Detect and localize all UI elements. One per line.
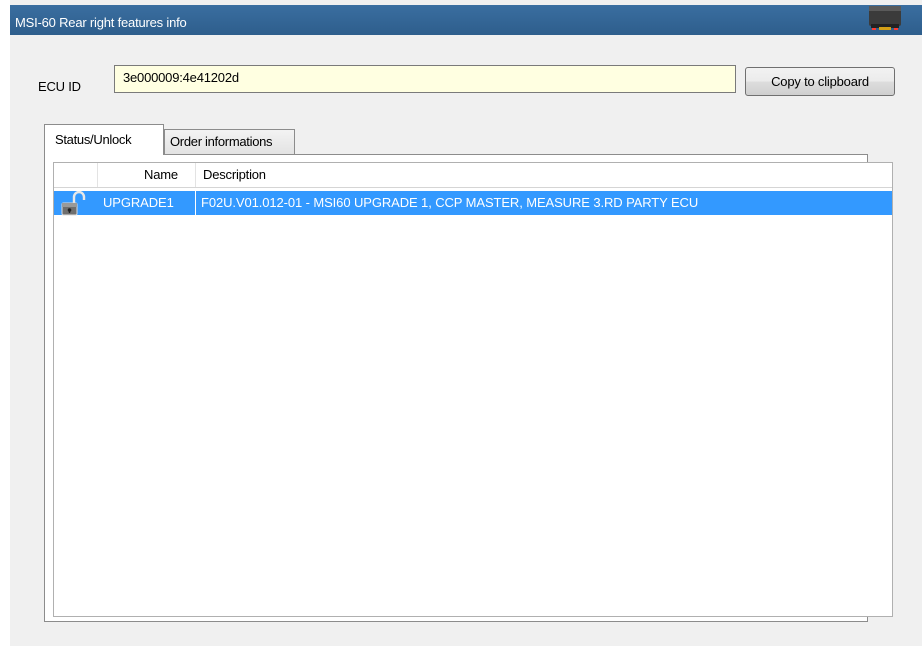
status-cell [54, 191, 98, 216]
column-header-name[interactable]: Name [98, 163, 196, 187]
list-header: Name Description [54, 163, 892, 188]
tab-panel-status-unlock: Name Description UPGRADE1 F02U.V01.012-0… [44, 154, 893, 622]
name-cell: UPGRADE1 [98, 191, 196, 215]
copy-to-clipboard-button[interactable]: Copy to clipboard [745, 67, 895, 96]
list-item[interactable]: UPGRADE1 F02U.V01.012-01 - MSI60 UPGRADE… [54, 191, 892, 216]
ecu-id-field[interactable]: 3e000009:4e41202d [114, 65, 736, 93]
window-title: MSI-60 Rear right features info [15, 15, 187, 30]
features-list[interactable]: Name Description UPGRADE1 F02U.V01.012-0… [53, 162, 893, 617]
tab-order-informations[interactable]: Order informations [164, 129, 295, 155]
column-header-description[interactable]: Description [196, 163, 892, 187]
ecu-id-label: ECU ID [38, 79, 81, 94]
column-header-status[interactable] [54, 163, 98, 187]
unlocked-padlock-icon [61, 191, 86, 216]
tab-status-unlock[interactable]: Status/Unlock [44, 124, 164, 155]
truck-icon [869, 6, 901, 30]
description-cell: F02U.V01.012-01 - MSI60 UPGRADE 1, CCP M… [201, 195, 699, 210]
title-bar[interactable]: MSI-60 Rear right features info [10, 5, 922, 35]
features-info-window: MSI-60 Rear right features info ECU ID 3… [10, 0, 922, 646]
